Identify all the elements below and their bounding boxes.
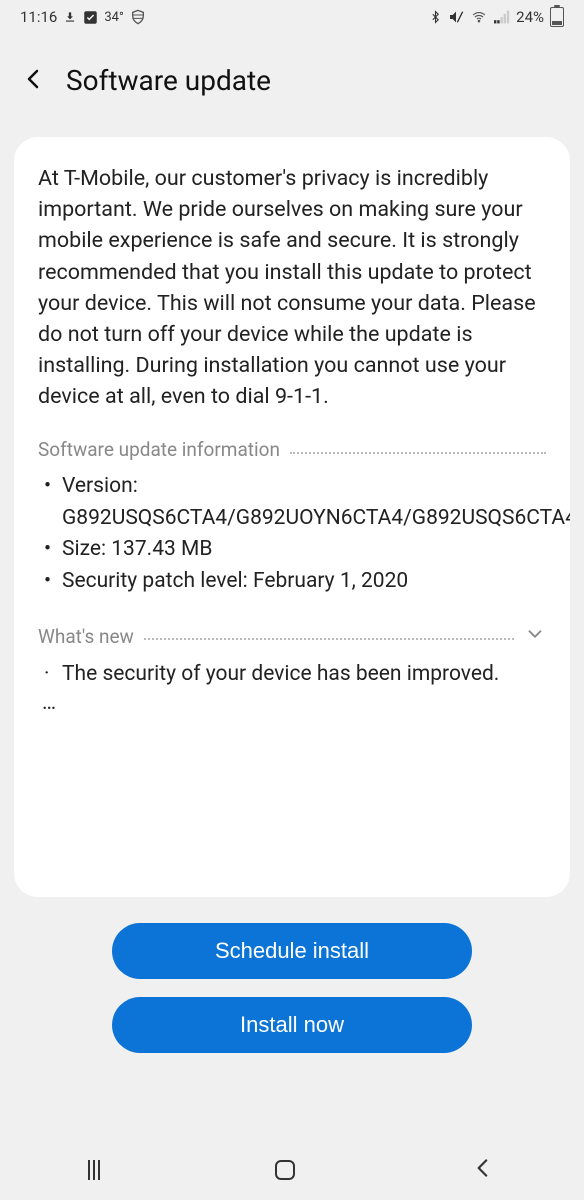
size-row: Size: 137.43 MB [42, 534, 546, 566]
wifi-icon [470, 10, 488, 24]
home-button[interactable] [275, 1160, 295, 1180]
battery-icon [550, 7, 564, 27]
divider-dots [144, 638, 514, 640]
chevron-down-icon[interactable] [524, 623, 546, 649]
mute-icon [448, 9, 464, 25]
info-section-title: Software update information [38, 438, 280, 461]
whatsnew-title: What's new [38, 625, 134, 648]
page-title: Software update [66, 64, 271, 97]
button-row: Schedule install Install now [0, 923, 584, 1053]
more-ellipsis: … [38, 691, 546, 715]
checkbox-icon [83, 10, 98, 25]
whatsnew-list: The security of your device has been imp… [38, 659, 546, 691]
page-header: Software update [0, 34, 584, 137]
back-nav-button[interactable] [470, 1155, 496, 1185]
info-list: Version: G892USQS6CTA4/G892UOYN6CTA4/G89… [38, 471, 546, 597]
bluetooth-icon [429, 9, 442, 25]
update-card: At T-Mobile, our customer's privacy is i… [14, 137, 570, 897]
divider-dots [290, 452, 546, 454]
card-fade [14, 857, 570, 897]
status-temp: 34° [104, 10, 123, 25]
status-time: 11:16 [20, 8, 57, 26]
battery-percent: 24% [516, 8, 544, 26]
install-now-button[interactable]: Install now [112, 997, 472, 1053]
download-icon [63, 10, 77, 24]
whatsnew-header[interactable]: What's new [38, 623, 546, 649]
status-bar: 11:16 34° 24% [0, 0, 584, 34]
back-icon[interactable] [22, 67, 46, 95]
info-section-header: Software update information [38, 438, 546, 461]
patch-row: Security patch level: February 1, 2020 [42, 566, 546, 598]
recents-button[interactable] [88, 1160, 100, 1180]
version-row: Version: G892USQS6CTA4/G892UOYN6CTA4/G89… [42, 471, 546, 534]
signal-icon [494, 10, 510, 24]
intro-text: At T-Mobile, our customer's privacy is i… [38, 163, 546, 412]
shield-icon [130, 9, 146, 25]
schedule-install-button[interactable]: Schedule install [112, 923, 472, 979]
nav-bar [0, 1140, 584, 1200]
whatsnew-item: The security of your device has been imp… [42, 659, 546, 691]
